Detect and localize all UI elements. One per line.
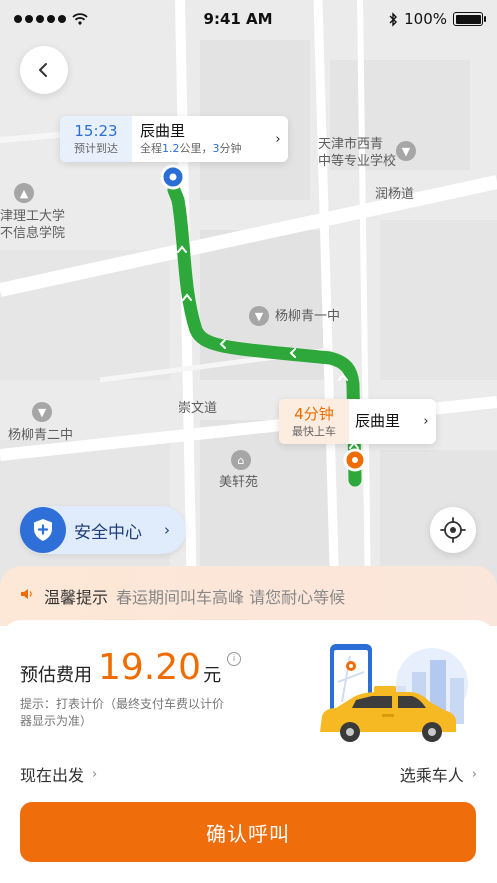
depart-time-option[interactable]: 现在出发 › xyxy=(20,762,97,786)
poi-school-icon: ▼ xyxy=(396,141,416,161)
fare-note: 提示：打表计价（最终支付车费以计价器显示为准） xyxy=(20,697,225,728)
passenger-option[interactable]: 选乘车人 › xyxy=(400,762,477,786)
safety-center-button[interactable]: 安全中心 › xyxy=(20,506,186,554)
depart-time-label: 现在出发 xyxy=(20,766,85,785)
map-label-meixuanyuan: 美轩苑 xyxy=(219,475,259,490)
poi-meixuanyuan-icon: ⌂ xyxy=(231,450,251,470)
bluetooth-icon xyxy=(389,11,398,27)
map-label-school: 天津市西青 中等专业学校 xyxy=(318,137,397,169)
chevron-right-icon: › xyxy=(471,766,477,782)
battery-level xyxy=(455,14,481,24)
back-button[interactable] xyxy=(20,46,68,94)
pickup-minutes: 4分钟 xyxy=(294,404,334,423)
map-label-university: 津理工大学 不信息学院 xyxy=(0,209,66,241)
shield-icon xyxy=(20,507,66,553)
safety-center-label: 安全中心 xyxy=(74,522,142,543)
eta-label: 预计到达 xyxy=(74,142,118,155)
speaker-icon xyxy=(21,589,32,599)
map-label-road: 润杨道 xyxy=(375,187,415,202)
back-arrow-icon xyxy=(39,63,47,77)
locate-icon xyxy=(440,517,466,543)
status-time: 9:41 AM xyxy=(203,10,273,28)
status-bar: 9:41 AM 100% xyxy=(0,0,497,38)
taxi-illustration xyxy=(320,644,468,742)
map-label-chongwen: 崇文道 xyxy=(178,401,218,416)
chevron-right-icon: › xyxy=(92,766,98,782)
signal-icon xyxy=(14,15,66,23)
confirm-call-button[interactable]: 确认呼叫 xyxy=(20,802,476,862)
eta-time: 15:23 xyxy=(74,122,118,140)
poi-yangliuqing-one: ▼ 杨柳青一中 xyxy=(249,306,340,326)
destination-card[interactable]: 15:23 预计到达 辰曲里 全程1.2公里，3分钟 › xyxy=(60,116,288,162)
battery-percent: 100% xyxy=(404,10,447,28)
fare-label: 预估费用 xyxy=(20,665,92,686)
pickup-card[interactable]: 4分钟 最快上车 辰曲里 › xyxy=(279,399,436,444)
route-summary: 全程1.2公里，3分钟 xyxy=(140,142,242,155)
battery-icon xyxy=(453,12,486,26)
tip-text: 春运期间叫车高峰 请您耐心等候 xyxy=(116,588,346,607)
bottom-panel: 预估费用 19.20 元 i 提示：打表计价（最终支付车费以计价器显示为准） 现… xyxy=(0,620,497,883)
tip-title: 温馨提示 xyxy=(44,588,109,607)
fare-value: 19.20 xyxy=(98,647,202,688)
chevron-right-icon: › xyxy=(275,131,281,147)
poi-yangliuqing-two-icon: ▼ xyxy=(32,402,52,422)
pickup-title: 辰曲里 xyxy=(355,412,401,430)
passenger-label: 选乘车人 xyxy=(399,766,464,785)
chevron-right-icon: › xyxy=(164,521,170,539)
wifi-icon xyxy=(72,13,88,25)
chevron-right-icon: › xyxy=(423,414,429,429)
fare-unit: 元 xyxy=(203,665,222,686)
pickup-sub: 最快上车 xyxy=(292,424,336,438)
poi-university-icon: ▲ xyxy=(14,183,34,203)
fare-row: 预估费用 19.20 元 i xyxy=(20,647,242,688)
destination-title: 辰曲里 xyxy=(140,122,186,140)
map-label-yangliuqing-two: 杨柳青二中 xyxy=(8,428,74,443)
info-icon[interactable]: i xyxy=(227,652,242,666)
locate-button[interactable] xyxy=(430,507,476,553)
tip-bar: 温馨提示 春运期间叫车高峰 请您耐心等候 xyxy=(0,566,497,626)
